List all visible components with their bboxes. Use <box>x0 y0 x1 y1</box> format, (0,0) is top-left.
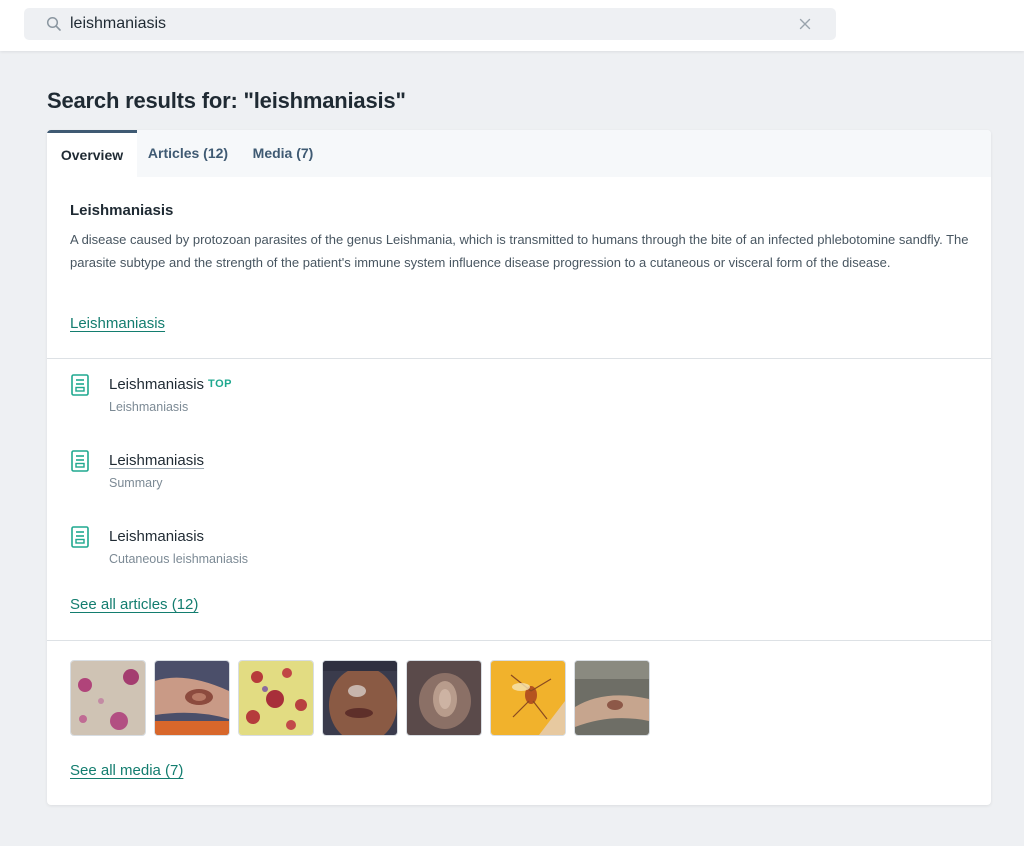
article-subtitle: Cutaneous leishmaniasis <box>109 552 248 566</box>
media-thumbnail[interactable] <box>238 660 314 736</box>
article-item[interactable]: Leishmaniasis TOP Leishmaniasis <box>70 374 670 418</box>
media-thumbnail[interactable] <box>154 660 230 736</box>
definition-link[interactable]: Leishmaniasis <box>70 315 165 332</box>
article-title[interactable]: Leishmaniasis <box>109 528 204 545</box>
article-item[interactable]: Leishmaniasis Cutaneous leishmaniasis <box>70 526 670 570</box>
tab-bar: Overview Articles (12) Media (7) <box>47 130 991 177</box>
article-subtitle: Summary <box>109 476 163 490</box>
top-bar <box>0 0 1024 51</box>
search-icon <box>46 16 61 31</box>
search-box[interactable] <box>24 8 836 40</box>
tab-media[interactable]: Media (7) <box>243 130 323 177</box>
media-thumbnail[interactable] <box>322 660 398 736</box>
top-badge: TOP <box>208 378 232 390</box>
search-input[interactable] <box>70 8 770 40</box>
definition-text: A disease caused by protozoan parasites … <box>70 232 969 270</box>
definition-title: Leishmaniasis <box>70 202 174 219</box>
article-title-text[interactable]: Leishmaniasis <box>109 376 204 393</box>
document-icon <box>71 526 89 548</box>
close-icon[interactable] <box>798 17 812 31</box>
section-divider <box>47 640 991 641</box>
media-thumbnails <box>70 660 670 738</box>
page-title: Search results for: "leishmaniasis" <box>47 88 406 113</box>
see-all-articles-link[interactable]: See all articles (12) <box>70 596 198 613</box>
media-thumbnail[interactable] <box>406 660 482 736</box>
article-title[interactable]: Leishmaniasis TOP <box>109 376 232 393</box>
document-icon <box>71 374 89 396</box>
document-icon <box>71 450 89 472</box>
article-item[interactable]: Leishmaniasis Summary <box>70 450 670 494</box>
article-title[interactable]: Leishmaniasis <box>109 452 204 469</box>
media-thumbnail[interactable] <box>574 660 650 736</box>
tab-overview[interactable]: Overview <box>47 130 137 177</box>
results-card: Overview Articles (12) Media (7) Leishma… <box>47 130 991 805</box>
article-subtitle: Leishmaniasis <box>109 400 189 414</box>
tab-articles[interactable]: Articles (12) <box>141 130 235 177</box>
section-divider <box>47 358 991 359</box>
media-thumbnail[interactable] <box>490 660 566 736</box>
see-all-media-link[interactable]: See all media (7) <box>70 762 183 779</box>
media-thumbnail[interactable] <box>70 660 146 736</box>
